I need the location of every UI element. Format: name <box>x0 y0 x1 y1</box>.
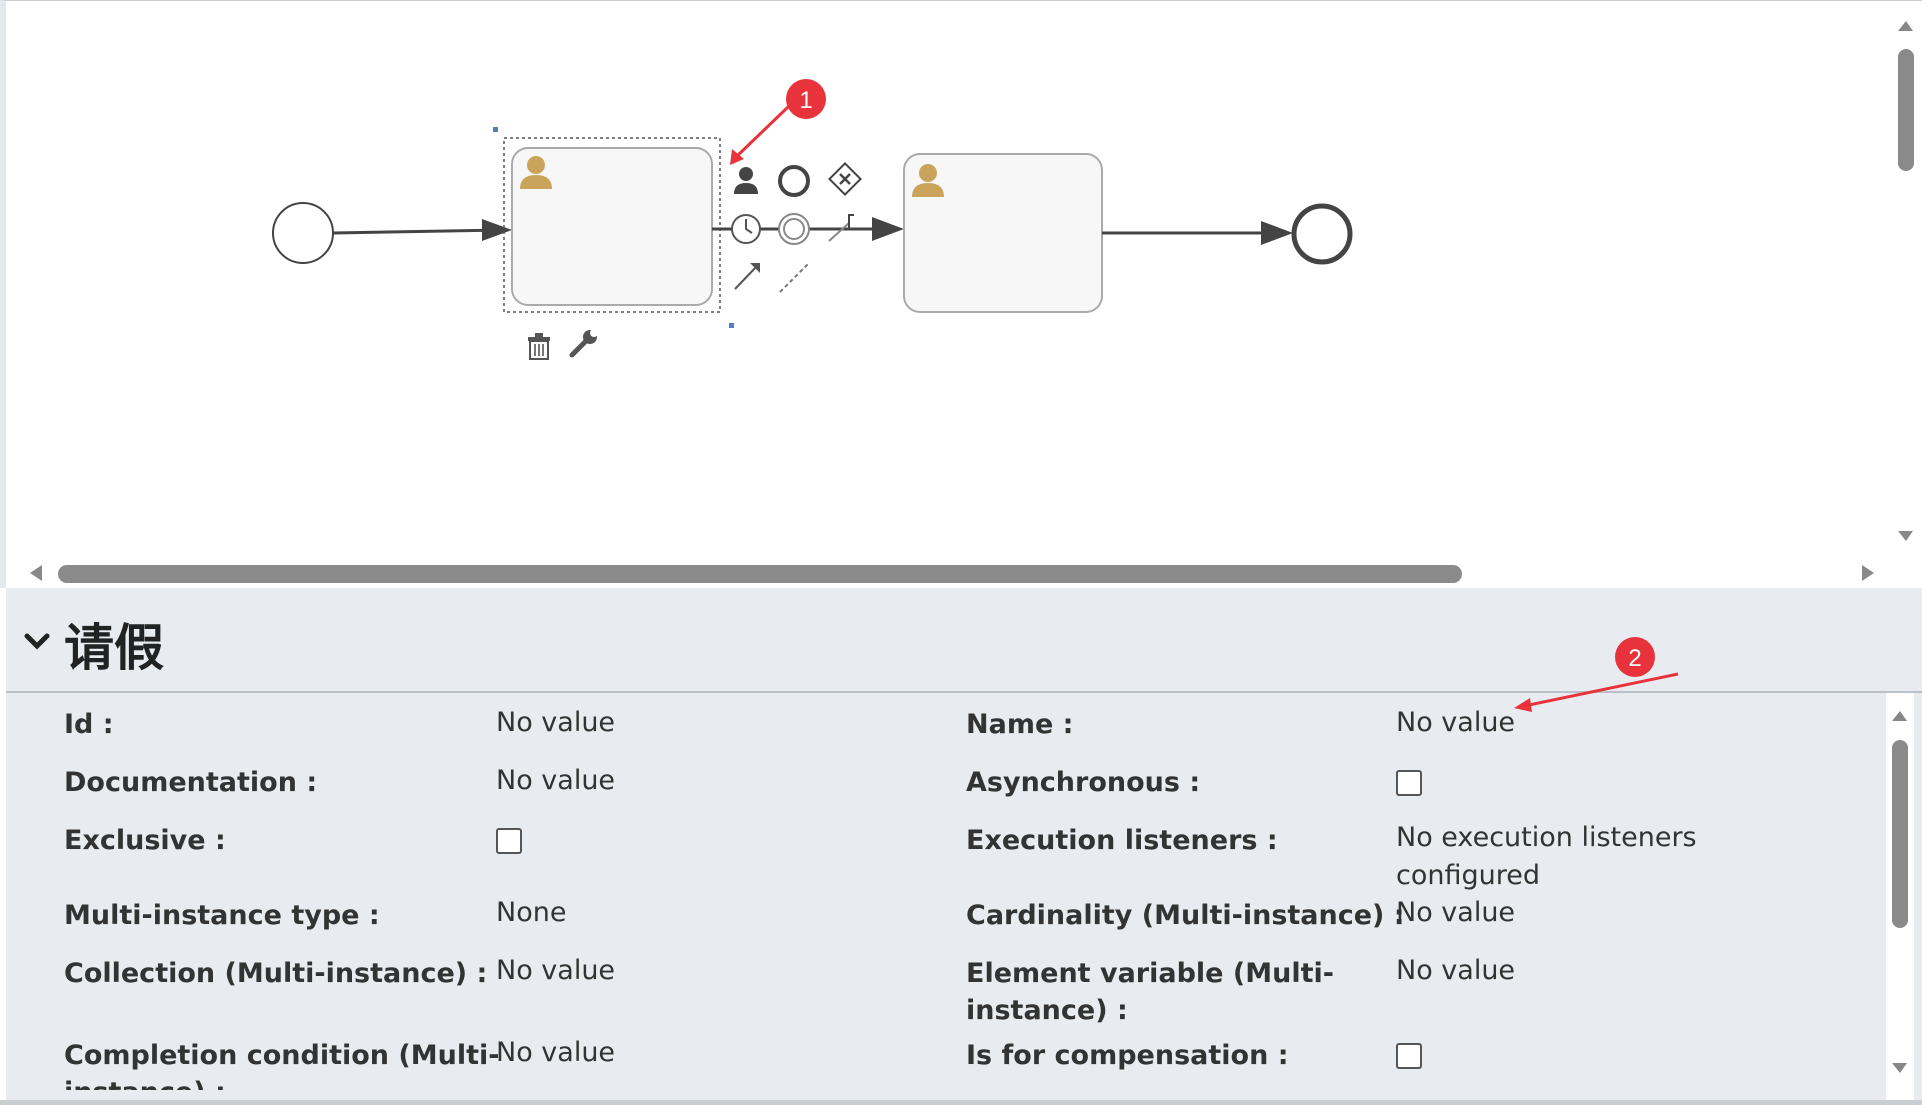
start-event[interactable] <box>272 202 334 264</box>
wrench-icon[interactable] <box>569 329 598 358</box>
scroll-thumb[interactable] <box>1892 740 1908 928</box>
annotation-marker-2: 2 <box>1514 637 1679 712</box>
add-timer-event-icon[interactable] <box>731 214 761 244</box>
properties-panel: 请假 Id : No value Name : No value Documen… <box>6 588 1922 1105</box>
horizontal-scrollbar[interactable] <box>30 565 1874 583</box>
annotation-label-2: 2 <box>1628 645 1641 672</box>
vertical-scrollbar[interactable] <box>1892 15 1920 555</box>
scroll-thumb[interactable] <box>58 565 1462 583</box>
end-event[interactable] <box>1291 203 1353 265</box>
connect-flow-icon[interactable] <box>734 263 760 290</box>
add-end-event-icon[interactable] <box>778 165 810 197</box>
flow-arrowhead <box>482 219 512 241</box>
panel-vertical-scrollbar[interactable] <box>1886 693 1914 1105</box>
scroll-thumb[interactable] <box>1898 49 1914 171</box>
bottom-border <box>0 1100 1922 1105</box>
flow-arrowhead <box>872 217 904 241</box>
process-diagram[interactable]: 1 <box>6 1 1922 589</box>
sequence-flow-1[interactable] <box>332 228 505 235</box>
add-user-task-icon[interactable] <box>734 167 758 194</box>
diagram-canvas[interactable]: 1 <box>0 0 1922 588</box>
trash-icon[interactable] <box>528 333 550 360</box>
add-intermediate-event-icon[interactable] <box>778 213 810 245</box>
panel-overlay: 2 <box>1514 637 1914 1105</box>
association-icon[interactable] <box>779 263 809 293</box>
selection-handle[interactable] <box>729 323 734 328</box>
scroll-left-arrow[interactable] <box>30 565 42 581</box>
annotation-marker-1: 1 <box>730 79 826 165</box>
scroll-right-arrow[interactable] <box>1862 565 1874 581</box>
flow-arrowhead <box>1261 221 1293 245</box>
annotation-label-1: 1 <box>799 87 812 114</box>
add-gateway-icon[interactable] <box>828 162 862 196</box>
selection-handle[interactable] <box>493 127 498 132</box>
